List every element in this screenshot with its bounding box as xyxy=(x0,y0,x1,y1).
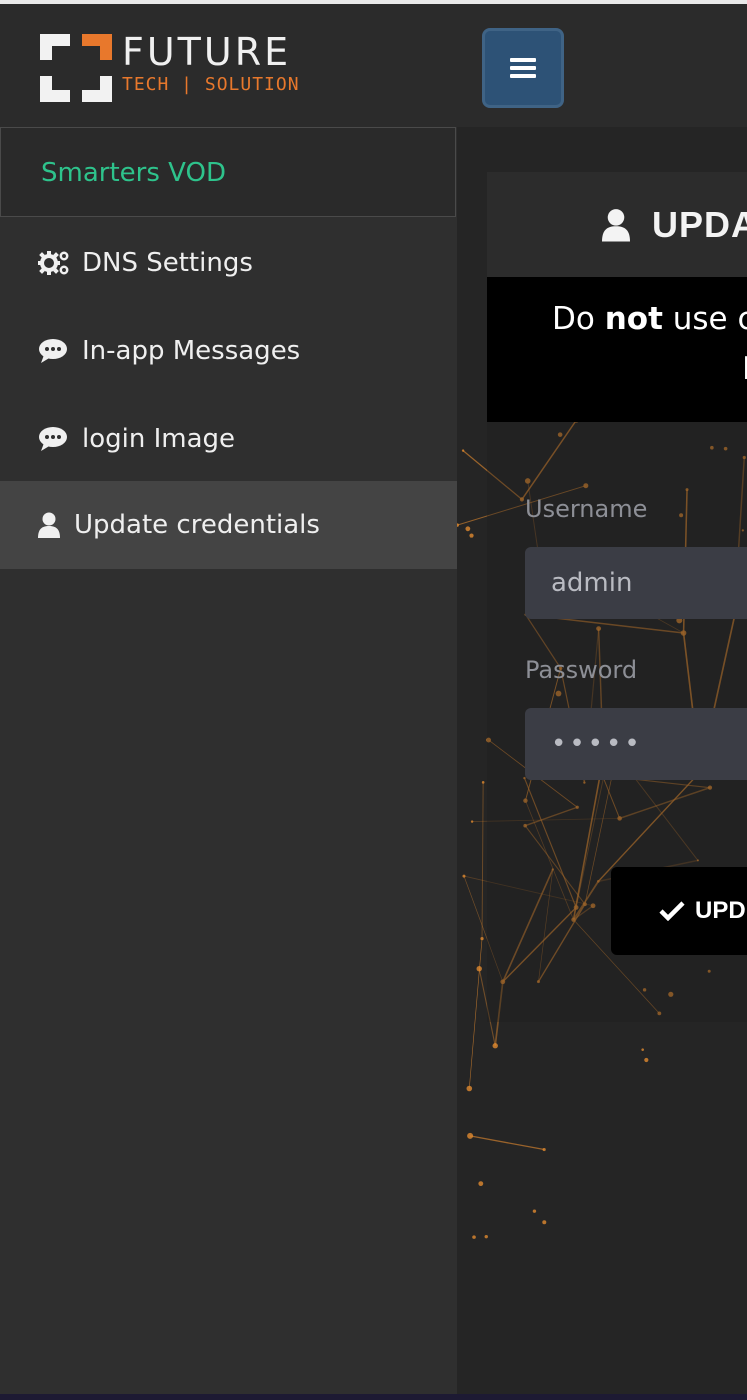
update-button-label: UPD xyxy=(695,897,746,924)
user-icon xyxy=(602,209,630,242)
username-label: Username xyxy=(525,495,648,523)
comment-icon xyxy=(38,336,72,366)
bottom-edge xyxy=(0,1394,747,1400)
logo-mark-icon xyxy=(40,34,112,102)
warning-notice: Do not use c I xyxy=(487,277,747,422)
sidebar-item-label: Update credentials xyxy=(74,510,320,540)
sidebar-item-in-app-messages[interactable]: In-app Messages xyxy=(0,307,457,395)
sidebar-brand[interactable]: Smarters VOD xyxy=(0,127,456,217)
update-button[interactable]: UPD xyxy=(611,867,747,955)
notice-line-1: Do not use c xyxy=(552,301,747,337)
password-label: Password xyxy=(525,656,638,684)
sidebar-item-label: login Image xyxy=(82,424,236,454)
card-header: UPDA xyxy=(487,172,747,277)
sidebar-item-dns-settings[interactable]: DNS Settings xyxy=(0,219,457,307)
notice-line-2: I xyxy=(742,351,747,387)
comment-icon xyxy=(38,424,72,454)
sidebar-item-label: DNS Settings xyxy=(82,248,253,278)
sidebar-item-update-credentials[interactable]: Update credentials xyxy=(0,481,457,569)
update-credentials-card: UPDA Do not use c I Username admin Passw… xyxy=(487,172,747,1022)
logo-subtitle: TECH | SOLUTION xyxy=(122,74,300,95)
password-input[interactable]: ••••• xyxy=(525,708,747,780)
username-input[interactable]: admin xyxy=(525,547,747,619)
user-icon xyxy=(38,510,64,540)
menu-toggle-button[interactable] xyxy=(482,28,564,108)
sidebar-item-label: In-app Messages xyxy=(82,336,301,366)
card-title: UPDA xyxy=(652,203,747,245)
cogs-icon xyxy=(38,248,72,278)
check-icon xyxy=(659,901,685,921)
logo-title: FUTURE xyxy=(122,30,292,74)
top-navbar: FUTURE TECH | SOLUTION xyxy=(0,4,747,127)
future-tech-logo[interactable]: FUTURE TECH | SOLUTION xyxy=(40,30,330,106)
hamburger-icon xyxy=(510,58,536,78)
sidebar-item-login-image[interactable]: login Image xyxy=(0,395,457,483)
sidebar: Smarters VOD DNS Settings In-app Message… xyxy=(0,127,457,1394)
main-content: UPDA Do not use c I Username admin Passw… xyxy=(457,127,747,1394)
